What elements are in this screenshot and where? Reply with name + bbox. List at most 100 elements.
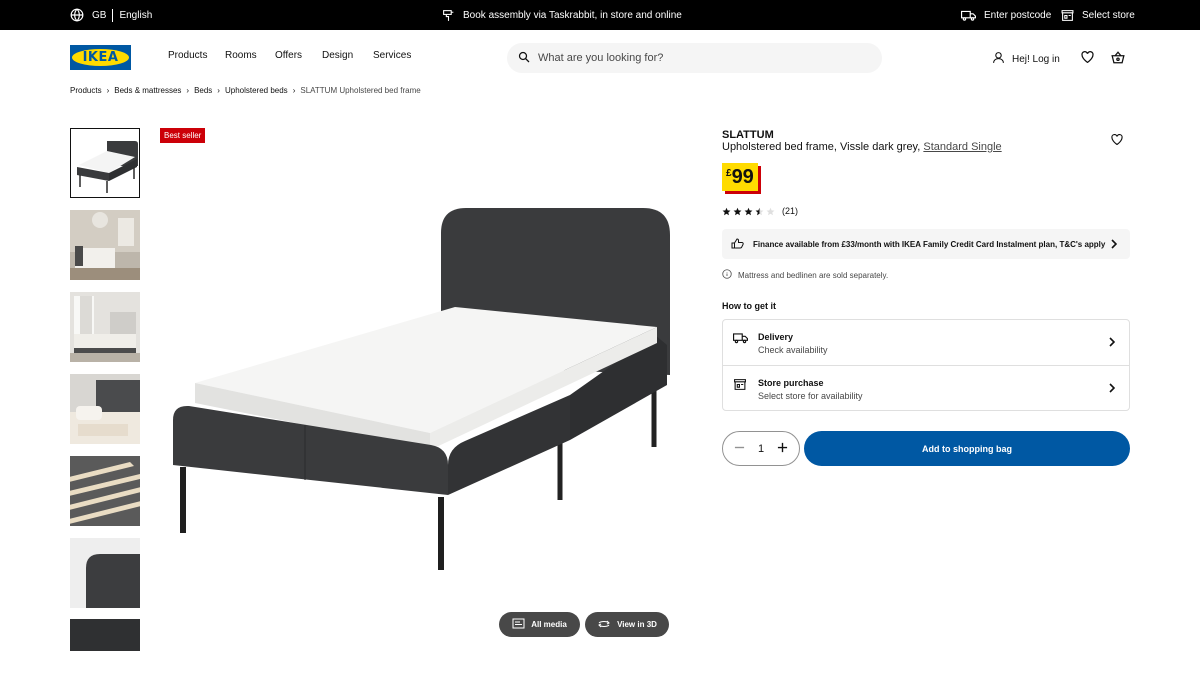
bed-thumbnail-image [71, 129, 139, 197]
bedroom-thumbnail-image [70, 210, 140, 280]
view-3d-label: View in 3D [617, 620, 657, 629]
add-to-favourites-button[interactable] [1111, 133, 1123, 148]
rating-stars [722, 207, 775, 216]
heart-icon [1081, 51, 1094, 66]
price-amount: 99 [731, 166, 754, 188]
gallery-icon [512, 618, 525, 631]
plus-icon [777, 442, 788, 452]
headboard-thumbnail-image [70, 538, 140, 608]
thumbnail-3[interactable] [70, 292, 140, 362]
user-icon [992, 51, 1005, 67]
thumbnail-1[interactable] [70, 128, 140, 198]
thumbnail-2[interactable] [70, 210, 140, 280]
crumb-products[interactable]: Products [70, 86, 102, 95]
postcode-label: Enter postcode [984, 9, 1052, 21]
crumb-current: SLATTUM Upholstered bed frame [300, 86, 421, 95]
postcode-button[interactable]: Enter postcode [961, 0, 1051, 30]
language-label: English [119, 9, 153, 21]
thumbnail-4[interactable] [70, 374, 140, 444]
favourites-button[interactable] [1081, 51, 1094, 66]
star-icon [722, 207, 731, 215]
add-to-bag-button[interactable]: Add to shopping bag [804, 431, 1130, 466]
main-product-image[interactable] [165, 195, 680, 580]
thumbnail-6[interactable] [70, 538, 140, 608]
promo-text: Book assembly via Taskrabbit, in store a… [463, 9, 682, 21]
product-description-text: Upholstered bed frame, Vissle dark grey, [722, 141, 921, 153]
review-count: (21) [782, 206, 799, 216]
rotate-3d-icon [597, 619, 611, 631]
store-purchase-option[interactable]: Store purchase Select store for availabi… [723, 366, 1129, 411]
finance-banner[interactable]: Finance available from £33/month with IK… [722, 229, 1130, 259]
increase-quantity-button[interactable] [777, 442, 788, 456]
chevron-right-icon [1109, 383, 1116, 396]
product-description: Upholstered bed frame, Vissle dark grey,… [722, 141, 1002, 153]
chevron-right-icon: › [186, 86, 190, 95]
thumbs-up-icon [731, 237, 744, 251]
view-3d-button[interactable]: View in 3D [585, 612, 669, 637]
product-name: SLATTUM [722, 129, 774, 141]
assembly-promo-link[interactable]: Book assembly via Taskrabbit, in store a… [442, 0, 682, 30]
nav-offers[interactable]: Offers [275, 50, 302, 61]
chevron-right-icon: › [292, 86, 296, 95]
store-purchase-title: Store purchase [758, 378, 824, 388]
price-tag: £ 99 [722, 163, 758, 191]
heart-icon [1111, 133, 1123, 148]
breadcrumb: Products › Beds & mattresses › Beds › Up… [70, 86, 421, 95]
delivery-option[interactable]: Delivery Check availability [723, 320, 1129, 365]
nav-products[interactable]: Products [168, 50, 207, 61]
rating[interactable]: (21) [722, 206, 798, 216]
star-icon [755, 207, 764, 215]
search-icon [518, 51, 530, 66]
select-store-button[interactable]: Select store [1061, 0, 1135, 30]
thumbnail-7[interactable] [70, 619, 140, 651]
all-media-label: All media [531, 620, 567, 629]
finance-text: Finance available from £33/month with IK… [753, 239, 1106, 249]
truck-icon [733, 332, 748, 347]
quantity-stepper: 1 [722, 431, 800, 466]
how-to-get-it-heading: How to get it [722, 301, 776, 311]
top-bar: GB English Book assembly via Taskrabbit,… [0, 0, 1200, 30]
delivery-title: Delivery [758, 332, 794, 342]
all-media-button[interactable]: All media [499, 612, 580, 637]
logo-text: IKEA [72, 49, 129, 66]
globe-icon [70, 8, 84, 22]
language-selector[interactable]: GB English [70, 0, 152, 30]
crumb-beds-mattresses[interactable]: Beds & mattresses [114, 86, 181, 95]
divider [112, 8, 114, 22]
best-seller-badge: Best seller [160, 128, 206, 143]
crumb-beds[interactable]: Beds [194, 86, 212, 95]
chevron-right-icon [1111, 239, 1118, 251]
note-text: Mattress and bedlinen are sold separatel… [738, 270, 889, 280]
fulfilment-options: Delivery Check availability Store purcha… [722, 319, 1130, 411]
minus-icon [734, 446, 745, 448]
star-icon [766, 207, 775, 215]
chevron-right-icon [1109, 337, 1116, 350]
store-label: Select store [1082, 9, 1135, 21]
thumbnail-5[interactable] [70, 456, 140, 526]
nav-services[interactable]: Services [373, 50, 411, 61]
store-purchase-subtitle: Select store for availability [758, 391, 863, 401]
ikea-logo[interactable]: IKEA [70, 45, 131, 70]
nav-rooms[interactable]: Rooms [225, 50, 257, 61]
star-icon [733, 207, 742, 215]
star-icon [744, 207, 753, 215]
bed-detail-thumbnail-image [70, 374, 140, 444]
size-link[interactable]: Standard Single [923, 141, 1001, 153]
quantity-value[interactable]: 1 [758, 443, 764, 455]
delivery-subtitle: Check availability [758, 345, 828, 355]
room-thumbnail-image [70, 292, 140, 362]
login-button[interactable]: Hej! Log in [992, 51, 1060, 67]
search-bar[interactable] [507, 43, 882, 73]
crumb-upholstered-beds[interactable]: Upholstered beds [225, 86, 288, 95]
decrease-quantity-button[interactable] [734, 442, 745, 456]
nav-design[interactable]: Design [322, 50, 353, 61]
drill-icon [442, 9, 455, 22]
truck-icon [961, 9, 976, 22]
fabric-thumbnail-image [70, 619, 140, 651]
login-label: Hej! Log in [1012, 53, 1060, 65]
chevron-right-icon: › [217, 86, 220, 95]
country-code: GB [92, 9, 107, 21]
shopping-bag-button[interactable] [1111, 51, 1125, 67]
store-icon [733, 378, 747, 394]
search-input[interactable] [538, 52, 858, 64]
